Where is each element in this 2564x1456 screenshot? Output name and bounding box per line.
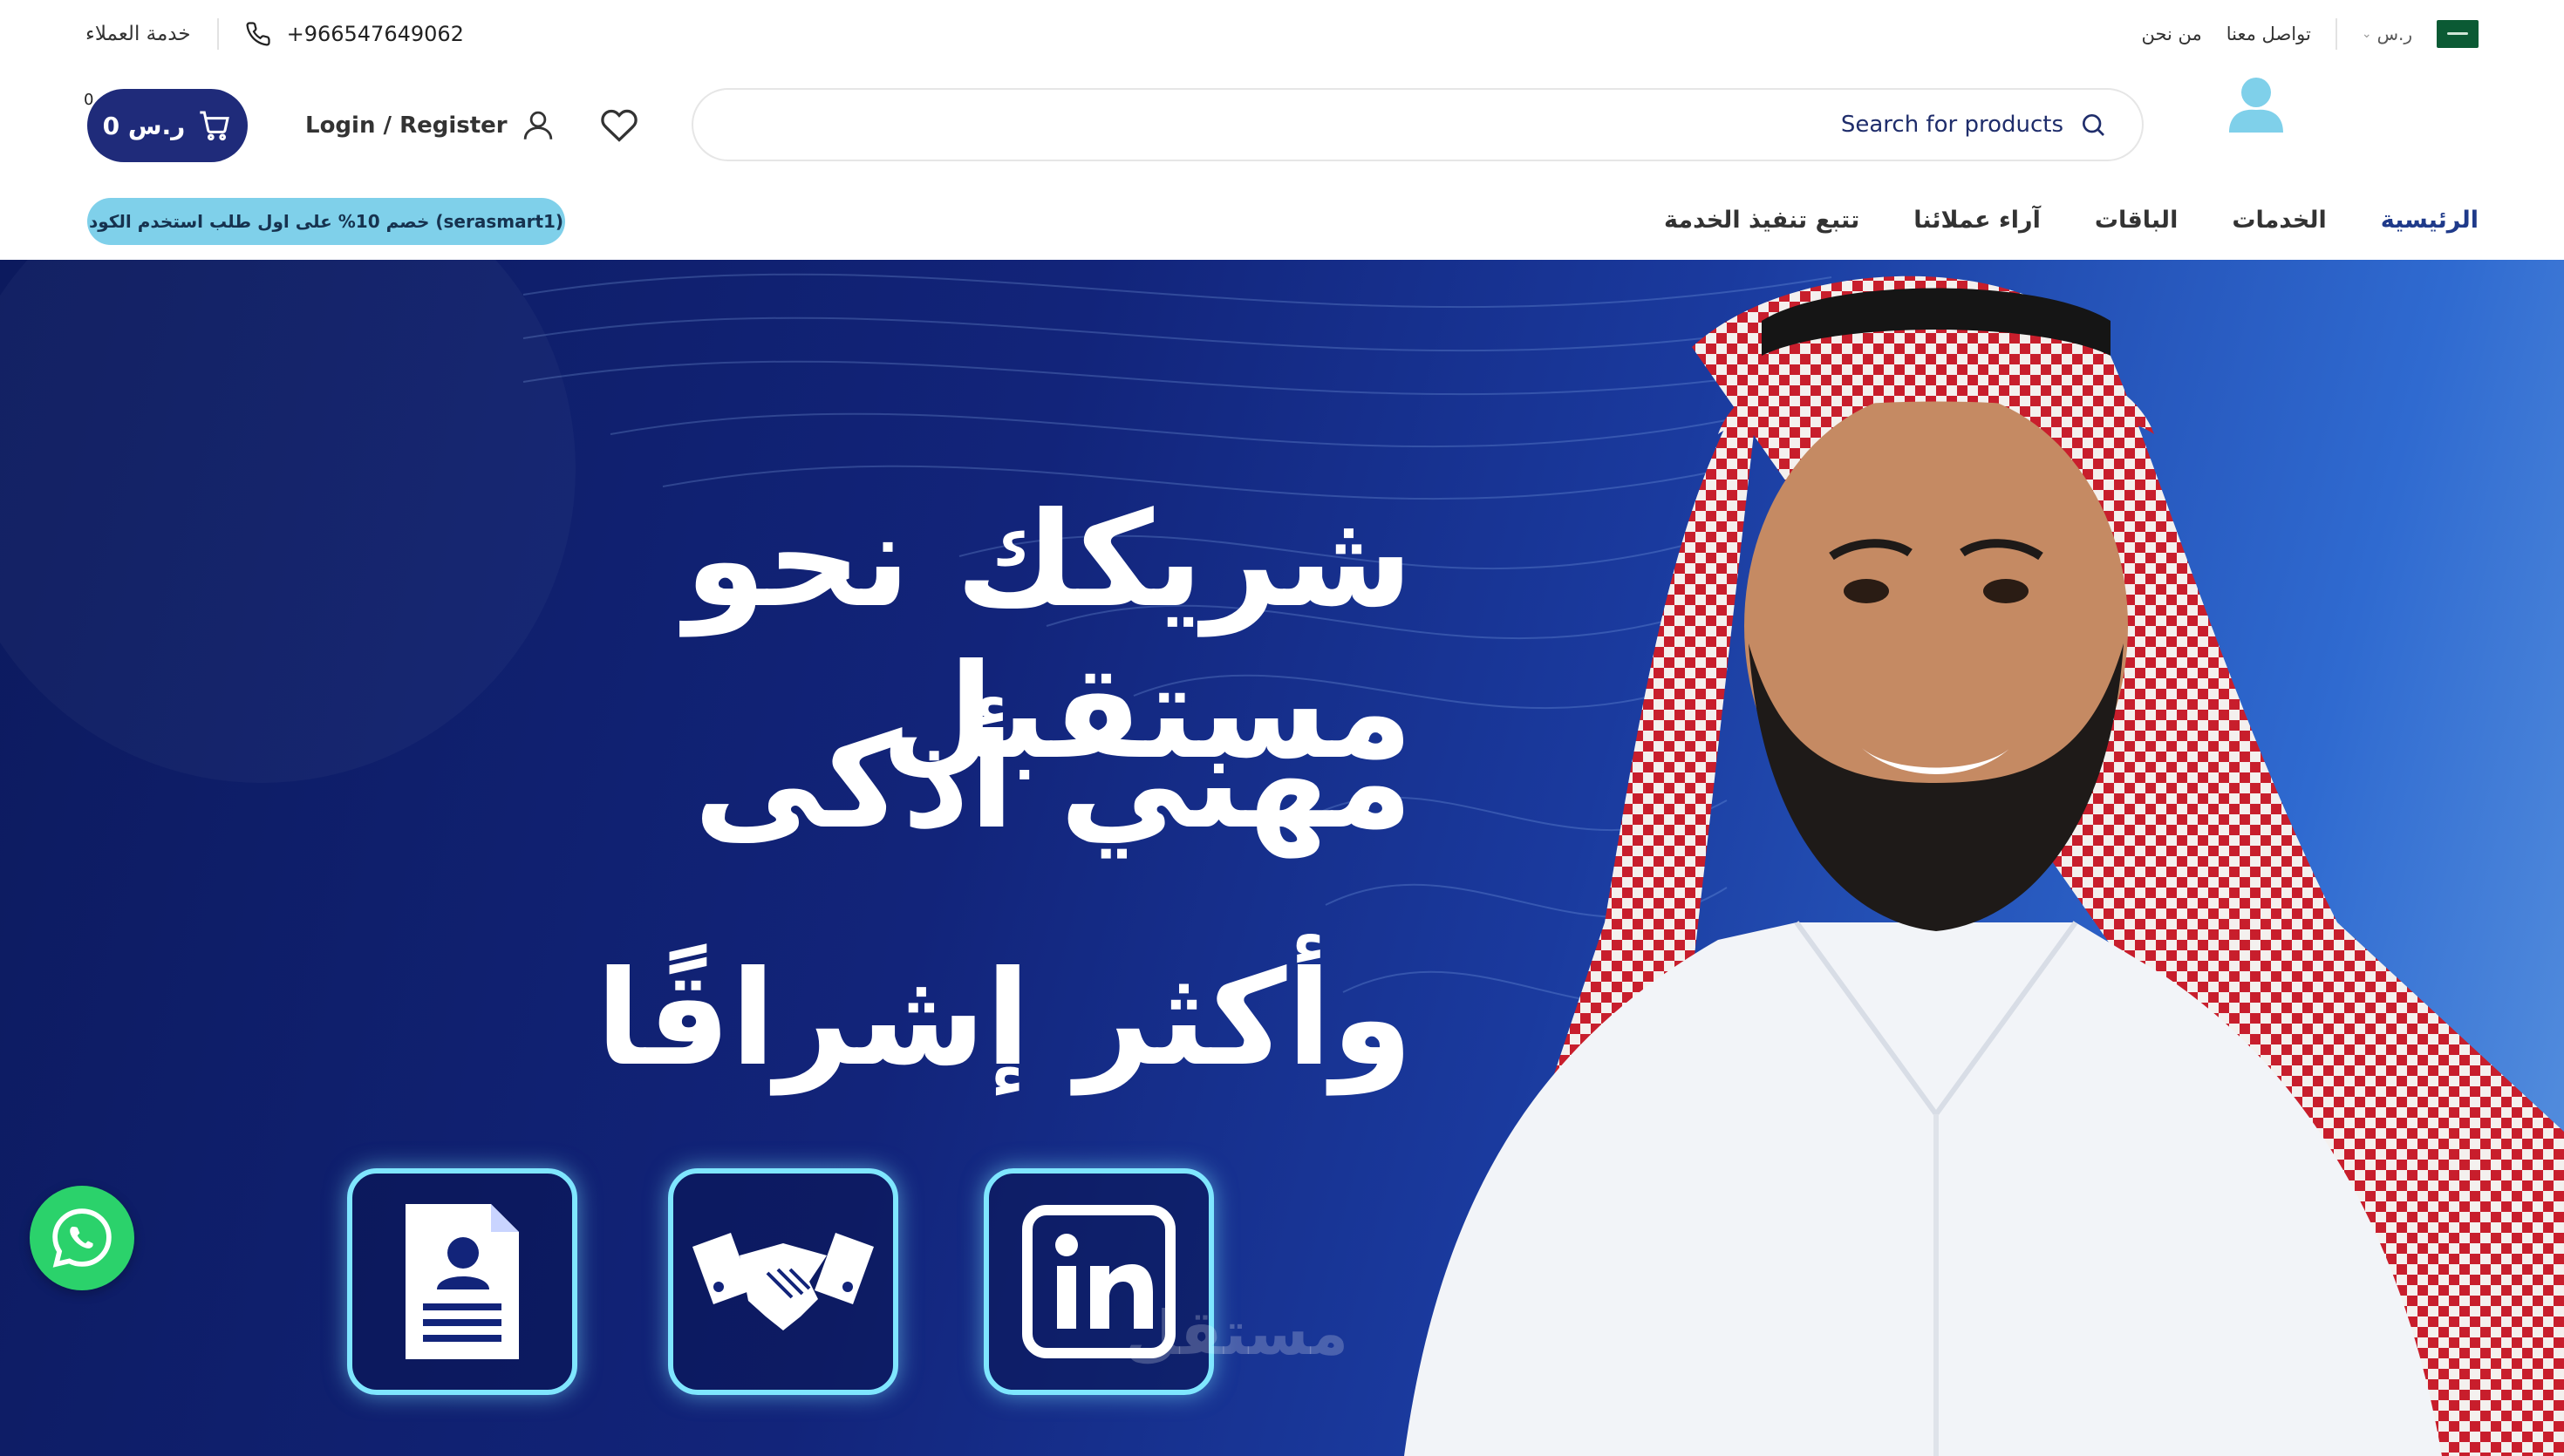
about-link[interactable]: من نحن (2141, 24, 2201, 44)
search-bar[interactable]: Search for products (692, 88, 2144, 161)
customer-service-link[interactable]: خدمة العملاء (85, 23, 191, 45)
search-icon[interactable] (2079, 111, 2107, 139)
hero-headline-line-2: مهني أذكى (693, 706, 1414, 858)
whatsapp-icon (52, 1208, 112, 1268)
phone-number: +966547649062 (286, 22, 464, 46)
phone-icon (246, 22, 270, 46)
user-icon (523, 111, 552, 139)
resume-tile (347, 1168, 577, 1395)
promo-badge[interactable]: خصم 10% على اول طلب استخدم الكود (serasm… (87, 198, 565, 245)
nav-item-reviews[interactable]: آراء عملائنا (1913, 207, 2041, 234)
hero-person-image (1404, 276, 2564, 1456)
divider (216, 18, 219, 50)
top-bar-right: من نحن تواصل معنا ⌄ ر.س (2141, 16, 2479, 52)
whatsapp-button[interactable] (30, 1186, 134, 1290)
nav-item-track-service[interactable]: تتبع تنفيذ الخدمة (1664, 207, 1859, 234)
site-logo[interactable] (2226, 75, 2287, 139)
contact-link[interactable]: تواصل معنا (2226, 24, 2311, 44)
resume-icon (406, 1204, 519, 1359)
cart-total: 0 ر.س (102, 111, 186, 140)
nav-item-services[interactable]: الخدمات (2232, 207, 2326, 234)
hero-headline-line-3: وأكثر إشراقًا (596, 943, 1413, 1095)
hero-banner[interactable]: شريكك نحو مستقبل مهني أذكى وأكثر إشراقًا (0, 260, 2564, 1456)
phone-link[interactable]: +966547649062 (245, 21, 464, 47)
handshake-icon (692, 1233, 874, 1330)
main-nav: الرئيسية الخدمات الباقات آراء عملائنا تت… (1664, 197, 2479, 242)
handshake-tile (668, 1168, 898, 1395)
heart-icon[interactable] (600, 106, 638, 145)
search-placeholder: Search for products (1840, 112, 2063, 138)
currency-label: ر.س (2376, 24, 2412, 44)
flag-icon[interactable] (2437, 20, 2479, 48)
login-register-link[interactable]: Login / Register (305, 103, 556, 148)
currency-selector[interactable]: ⌄ ر.س (2362, 24, 2412, 44)
cart-icon (200, 111, 230, 141)
chevron-down-icon: ⌄ (2361, 27, 2372, 41)
search-input[interactable] (719, 102, 1766, 147)
top-bar: من نحن تواصل معنا ⌄ ر.س خدمة العملاء +96… (0, 0, 2564, 68)
top-bar-left: خدمة العملاء +966547649062 (85, 16, 464, 52)
watermark: مستقل (1125, 1297, 1349, 1369)
nav-item-packages[interactable]: الباقات (2095, 207, 2179, 234)
nav-item-home[interactable]: الرئيسية (2381, 207, 2479, 234)
login-label: Login / Register (305, 112, 508, 139)
cart-button[interactable]: 0 ر.س (87, 89, 248, 162)
divider (2335, 18, 2337, 50)
